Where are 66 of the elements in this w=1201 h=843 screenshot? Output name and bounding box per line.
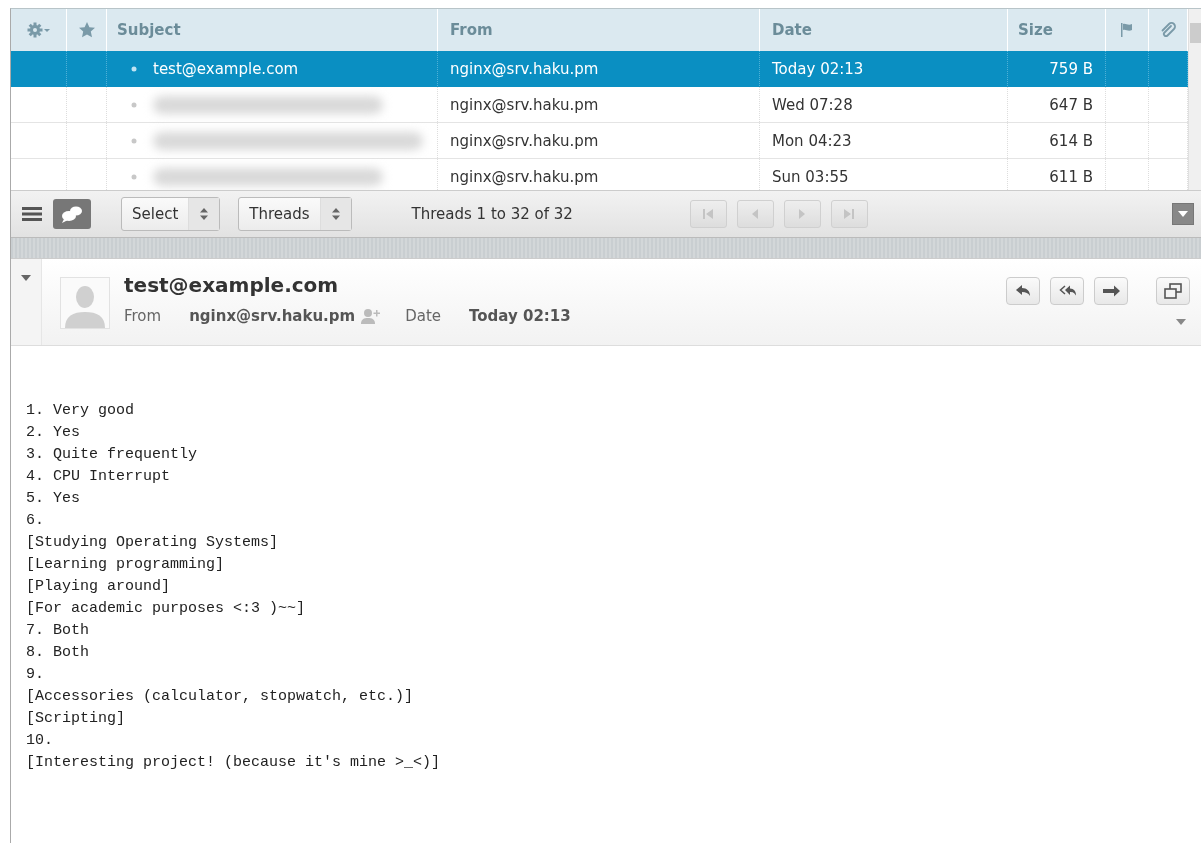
thread-count: Threads 1 to 32 of 32	[411, 205, 573, 223]
windows-icon	[1164, 283, 1182, 299]
body-line: [For academic purposes <:3 )~~]	[26, 599, 307, 619]
dropdown[interactable]: Threads	[238, 197, 352, 231]
body-line: [Accessories (calculator, stopwatch, etc.)]	[26, 687, 415, 707]
table-cell: test@example.com	[153, 59, 299, 78]
star-icon	[77, 21, 96, 39]
caret-icon	[21, 275, 31, 281]
bullet-icon	[131, 137, 137, 144]
body-line: 1. Very good	[26, 401, 136, 421]
bullet-icon	[131, 101, 137, 108]
body-line: [Studying Operating Systems]	[26, 533, 280, 553]
reply-button[interactable]	[1006, 277, 1040, 305]
settings-button[interactable]	[26, 22, 51, 38]
up-down-arrows-icon	[199, 207, 210, 221]
table-cell: nginx@srv.haku.pm	[438, 87, 760, 122]
body-line: [Playing around]	[26, 577, 172, 597]
body-line: 5. Yes	[26, 489, 81, 509]
body-line: 6.	[26, 511, 45, 531]
right-arrow-icon	[1102, 283, 1120, 299]
body-line: 10.	[26, 731, 54, 751]
reply-all-button[interactable]	[1050, 277, 1084, 305]
message-row[interactable]: test@example.com nginx@srv.haku.pm Today 02:13 759 B	[11, 51, 1188, 87]
table-cell: 759 B	[1008, 51, 1106, 86]
table-cell: nginx@srv.haku.pm	[438, 51, 760, 86]
sender-address[interactable]: nginx@srv.haku.pm	[189, 307, 356, 325]
gear-icon	[26, 22, 51, 38]
message-date: Today 02:13	[469, 307, 571, 325]
bullet-icon	[131, 173, 137, 180]
speech-bubbles-icon	[60, 205, 84, 223]
left-arrow-icon	[701, 207, 716, 221]
table-cell: 614 B	[1008, 123, 1106, 158]
dropdown-button[interactable]	[1172, 203, 1194, 225]
body-line: [Interesting project! (because it's mine >_<)]	[26, 753, 442, 773]
body-line: 4. CPU Interrupt	[26, 467, 172, 487]
right-arrow-icon	[842, 207, 857, 221]
body-line: 2. Yes	[26, 423, 81, 443]
message-row[interactable]: nginx@srv.haku.pm Wed 07:28 647 B	[11, 87, 1188, 123]
message-row[interactable]: nginx@srv.haku.pm Mon 04:23 614 B	[11, 123, 1188, 159]
up-down-arrows-icon	[330, 207, 341, 221]
paperclip-icon	[1159, 21, 1177, 39]
scrollbar[interactable]	[1188, 9, 1201, 190]
table-cell: nginx@srv.haku.pm	[438, 123, 760, 158]
caret-icon	[1176, 319, 1186, 325]
caret-icon	[1178, 211, 1188, 217]
table-cell: Today 02:13	[760, 51, 1008, 86]
flag-icon	[1119, 22, 1135, 38]
dropdown[interactable]: Select	[121, 197, 221, 231]
date-label: Date	[405, 307, 442, 325]
body-line: 7. Both	[26, 621, 90, 641]
open-window-button[interactable]	[1156, 277, 1190, 305]
forward-button[interactable]	[1094, 277, 1128, 305]
body-line: 9.	[26, 665, 45, 685]
bullet-icon	[131, 65, 137, 72]
body-line: 3. Quite frequently	[26, 445, 199, 465]
table-cell: Wed 07:28	[760, 87, 1008, 122]
table-cell: 647 B	[1008, 87, 1106, 122]
body-line: [Scripting]	[26, 709, 127, 729]
body-line: [Learning programming]	[26, 555, 226, 575]
message-subject: test@example.com	[124, 273, 340, 297]
splitter-handle[interactable]	[11, 238, 1201, 259]
table-cell: Mon 04:23	[760, 123, 1008, 158]
threads-view-button[interactable]	[53, 199, 91, 229]
body-line: 8. Both	[26, 643, 90, 663]
menu-icon	[22, 206, 42, 222]
from-label: From	[124, 307, 162, 325]
